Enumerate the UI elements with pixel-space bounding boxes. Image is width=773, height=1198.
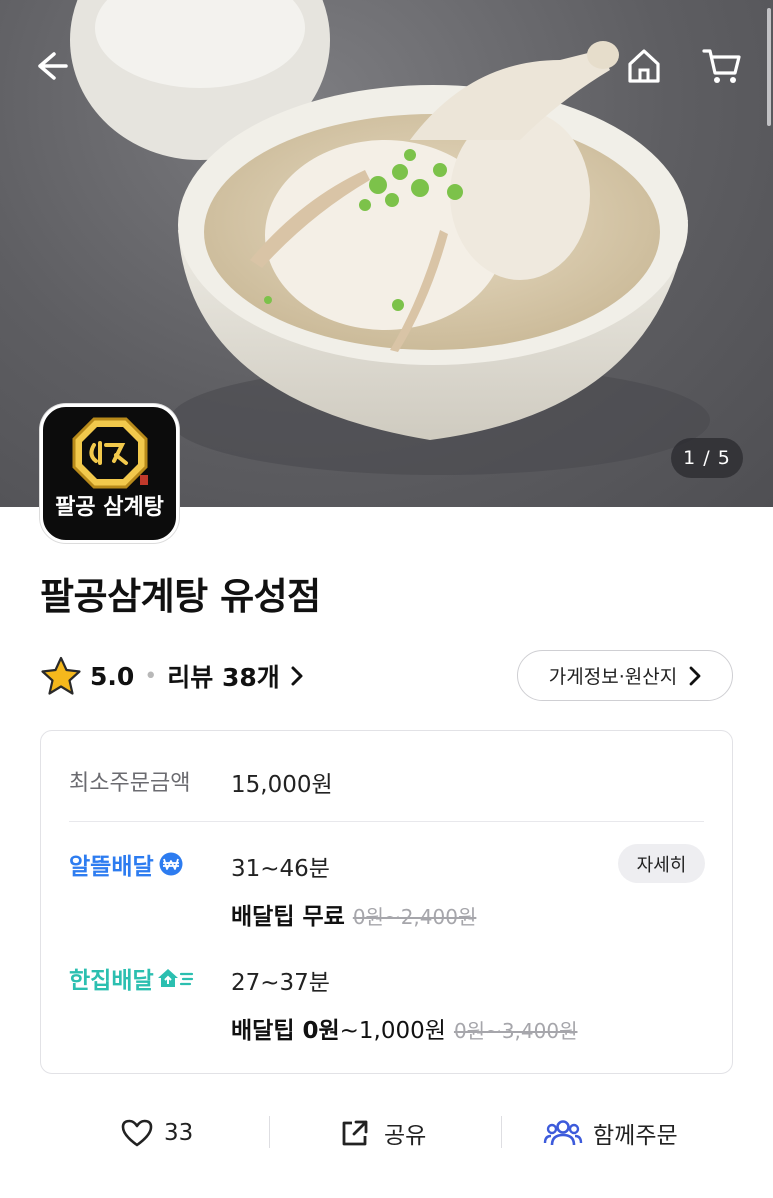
group-order-label: 함께주문 <box>593 1123 678 1149</box>
group-order-button[interactable]: 함께주문 <box>543 1110 678 1156</box>
delivery-info-card: 최소주문금액 15,000원 알뜰배달 31~46분 자세히 배달팁 무료 0원~… <box>40 730 733 1074</box>
cart-icon <box>702 49 741 83</box>
divider <box>69 821 704 822</box>
home-icon <box>628 49 660 83</box>
delivery-option-saver: 알뜰배달 <box>69 847 184 881</box>
home-button[interactable] <box>616 38 672 94</box>
single-fee-main: 배달팁 0원 <box>231 1018 340 1044</box>
share-icon <box>342 1120 368 1146</box>
star-icon <box>41 656 81 695</box>
logo-emblem-icon <box>72 417 148 489</box>
like-count: 33 <box>164 1120 194 1146</box>
action-separator <box>501 1116 502 1148</box>
single-delivery-time: 27~37분 <box>231 970 330 996</box>
share-button[interactable]: 공유 <box>340 1110 426 1156</box>
details-button[interactable]: 자세히 <box>618 844 705 883</box>
reviews-label: 리뷰 38개 <box>167 663 280 692</box>
group-people-icon <box>543 1120 583 1146</box>
rating-value: 5.0 <box>90 661 135 691</box>
saver-fee-original: 0원~2,400원 <box>352 905 477 929</box>
min-order-label: 최소주문금액 <box>69 771 191 796</box>
saver-delivery-label: 알뜰배달 <box>69 854 154 880</box>
store-logo: 팔공 삼계탕 <box>40 404 179 543</box>
action-bar: 33 공유 함께주문 <box>40 1110 733 1156</box>
min-order-value: 15,000원 <box>231 772 333 798</box>
store-info-label: 가게정보·원산지 <box>548 666 678 688</box>
delivery-option-single: 한집배달 <box>69 961 194 995</box>
like-button[interactable]: 33 <box>120 1110 193 1156</box>
won-coin-icon <box>159 852 183 876</box>
action-separator <box>269 1116 270 1148</box>
separator-dot: • <box>144 663 158 689</box>
single-delivery-fee: 배달팁 0원~1,000원 0원~3,400원 <box>231 1011 577 1045</box>
logo-text: 팔공 삼계탕 <box>55 495 164 520</box>
image-counter: 1 / 5 <box>671 438 743 478</box>
saver-delivery-fee: 배달팁 무료 0원~2,400원 <box>231 897 476 931</box>
single-delivery-label: 한집배달 <box>69 968 154 994</box>
express-house-icon <box>157 969 193 987</box>
saver-delivery-time: 31~46분 <box>231 856 330 882</box>
rating-row: 5.0 • 리뷰 38개 <box>40 652 304 700</box>
single-fee-original: 0원~3,400원 <box>453 1019 578 1043</box>
store-info-button[interactable]: 가게정보·원산지 <box>517 650 733 701</box>
store-name: 팔공삼계탕 유성점 <box>40 575 321 618</box>
reviews-link[interactable]: 리뷰 38개 <box>167 658 304 694</box>
share-label: 공유 <box>384 1123 427 1149</box>
back-arrow-icon <box>38 52 68 80</box>
scrollbar[interactable] <box>767 8 771 126</box>
cart-button[interactable] <box>694 38 750 94</box>
chevron-right-icon <box>291 666 303 686</box>
single-fee-range: ~1,000원 <box>339 1018 446 1044</box>
chevron-right-icon <box>689 666 701 685</box>
heart-icon <box>121 1119 153 1147</box>
back-button[interactable] <box>22 38 78 94</box>
saver-fee-main: 배달팁 무료 <box>231 904 345 930</box>
